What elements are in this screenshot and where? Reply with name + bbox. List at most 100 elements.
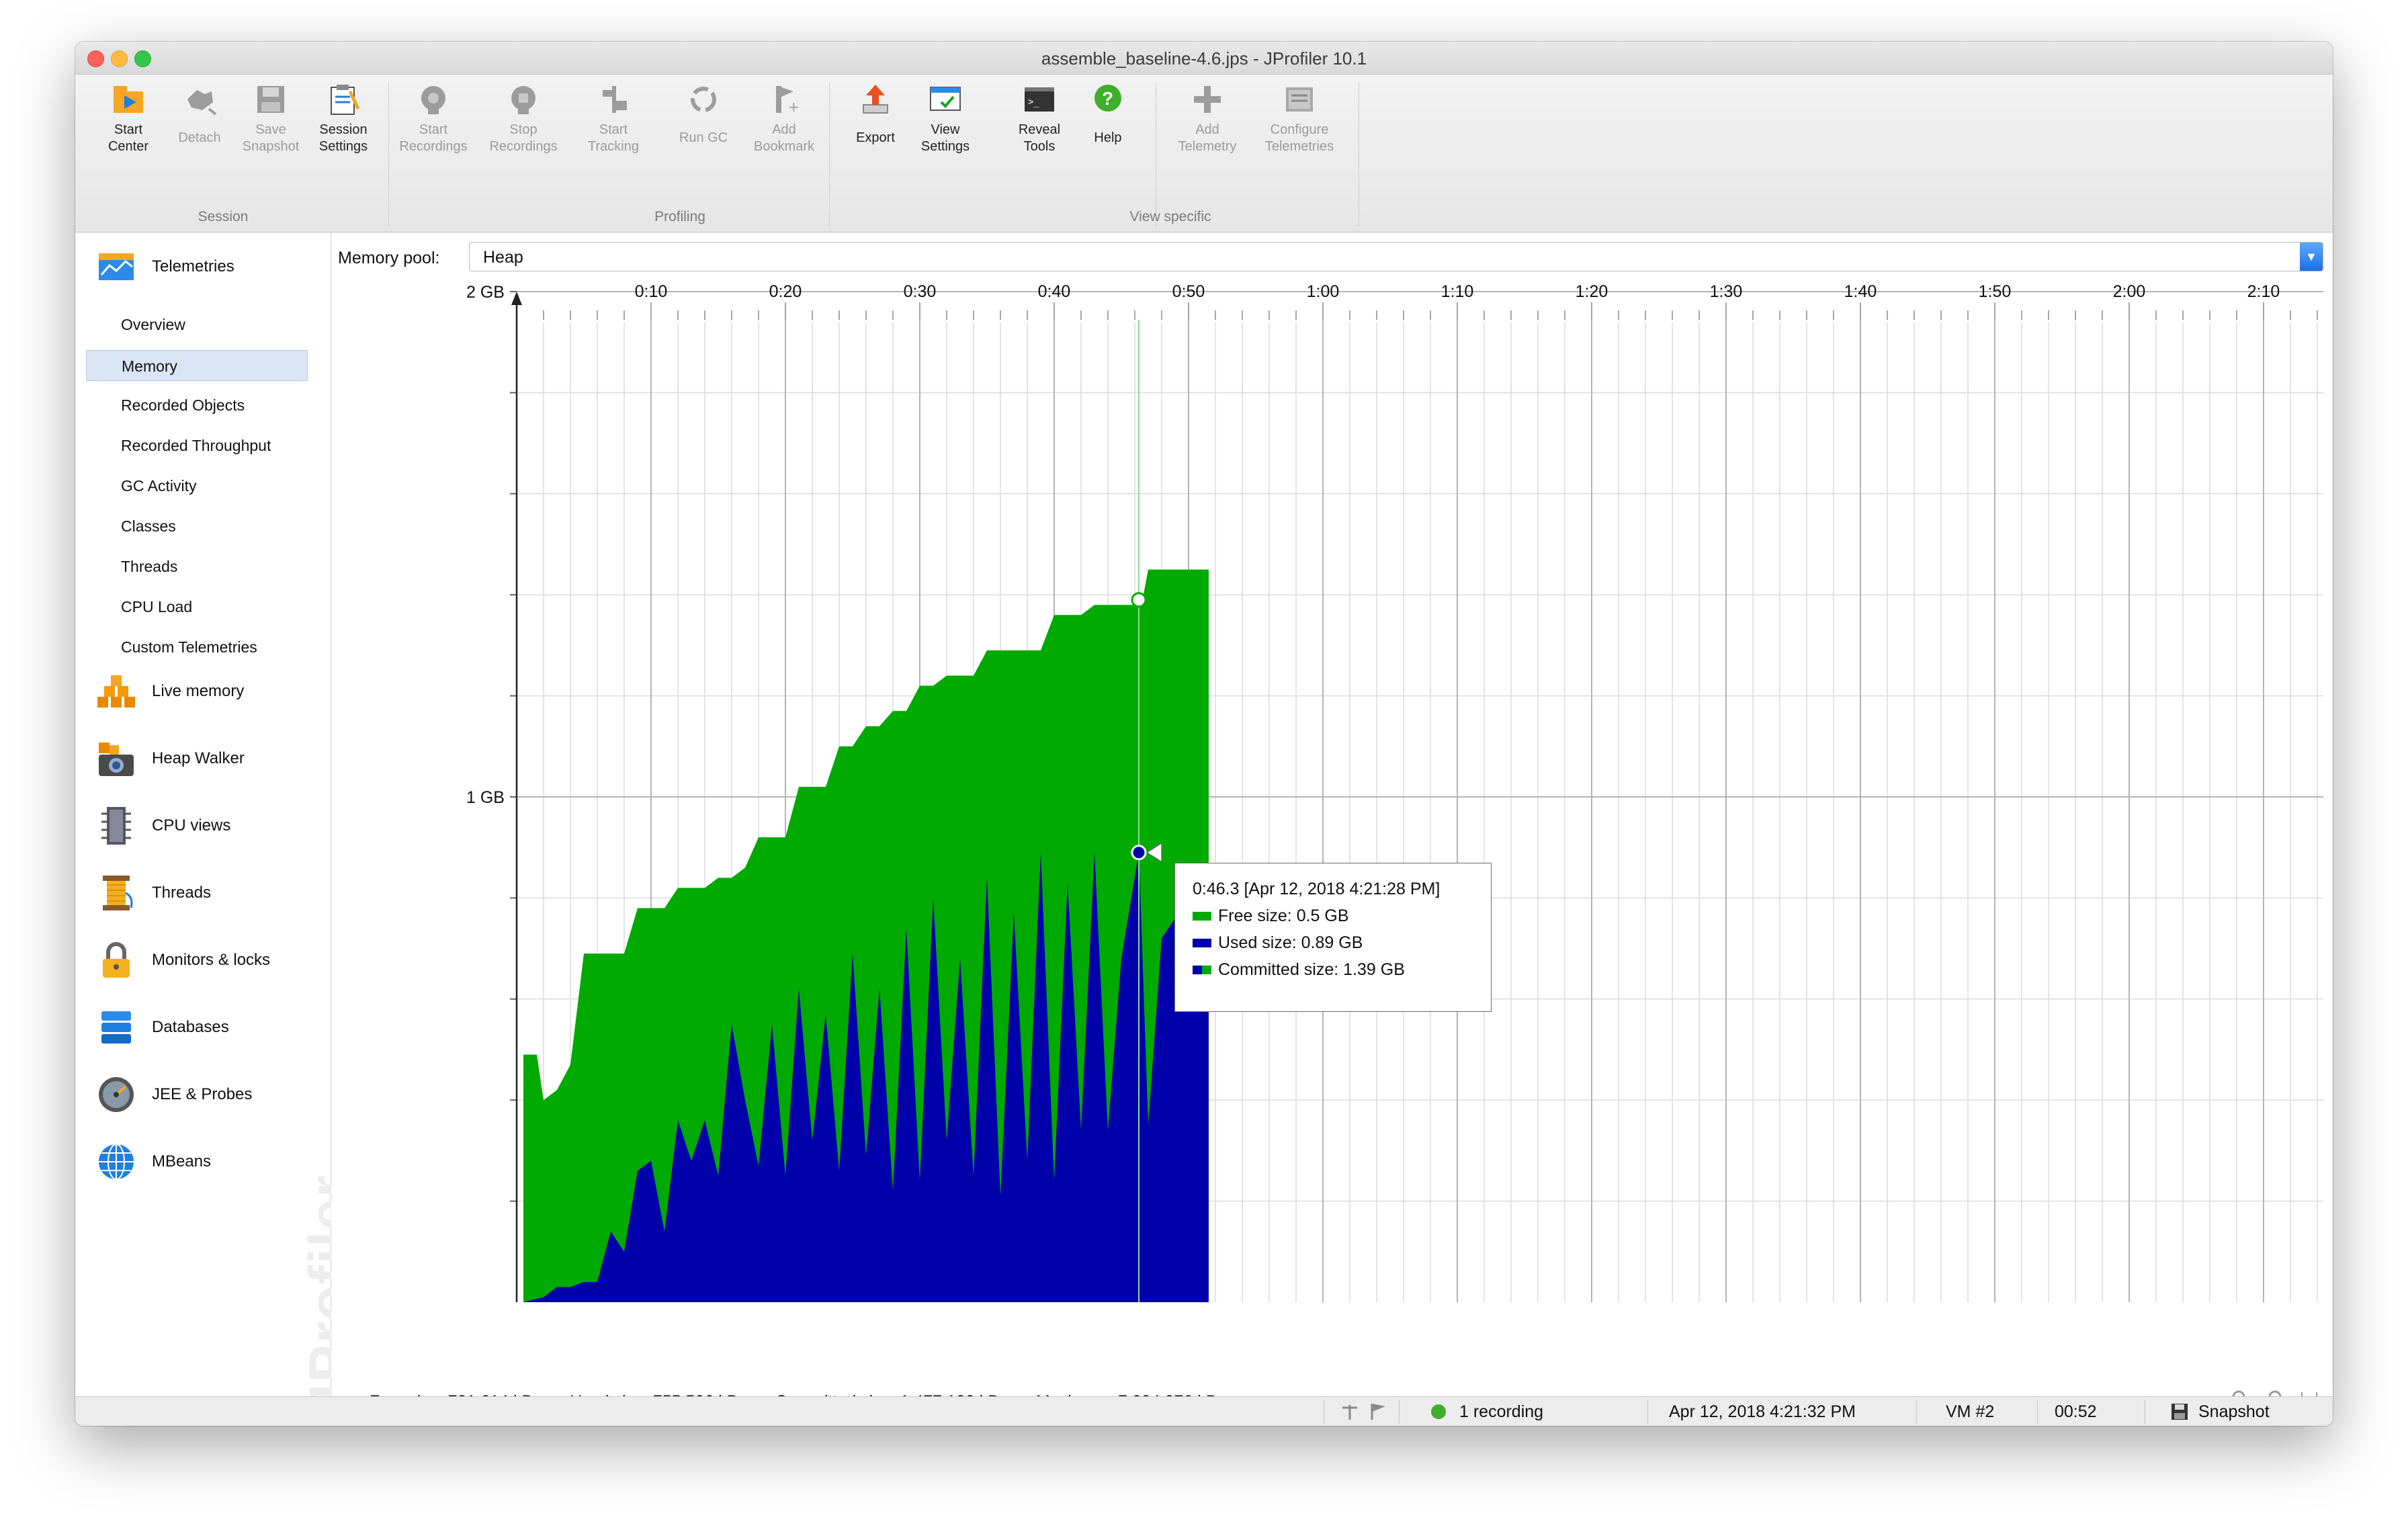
live-memory-icon bbox=[95, 671, 137, 712]
stop-recordings-button[interactable]: Stop Recordings bbox=[486, 80, 560, 155]
start-tracking-button[interactable]: Start Tracking bbox=[576, 80, 650, 155]
x-tick-label: 2:00 bbox=[2113, 282, 2146, 301]
sidebar-item-gc-activity[interactable]: GC Activity bbox=[121, 477, 196, 495]
save-snapshot-button[interactable]: Save Snapshot bbox=[234, 80, 308, 155]
start-recordings-icon bbox=[414, 80, 453, 119]
view-settings-button[interactable]: View Settings bbox=[908, 80, 982, 155]
toolbar-separator bbox=[388, 83, 389, 226]
sidebar-item-cpu-load[interactable]: CPU Load bbox=[121, 598, 192, 616]
save-snapshot-icon bbox=[251, 80, 290, 119]
section-cpu-views[interactable]: CPU views bbox=[95, 805, 230, 847]
section-mbeans[interactable]: MBeans bbox=[95, 1141, 211, 1183]
group-label-profiling: Profiling bbox=[654, 209, 705, 224]
section-jee-probes[interactable]: JEE & Probes bbox=[95, 1074, 252, 1115]
y-tick-label: 1 GB bbox=[466, 788, 505, 807]
x-tick-label: 0:30 bbox=[904, 282, 937, 301]
terminal-icon: >_ bbox=[1020, 80, 1059, 119]
bookmark-icon: + bbox=[765, 80, 804, 119]
y-axis-arrow bbox=[511, 292, 522, 305]
plus-icon bbox=[1188, 80, 1227, 119]
x-tick-label: 1:30 bbox=[1710, 282, 1743, 301]
status-datetime: Apr 12, 2018 4:21:32 PM bbox=[1669, 1402, 1856, 1421]
export-button[interactable]: Export bbox=[838, 80, 912, 146]
memory-pool-value: Heap bbox=[483, 248, 523, 267]
sidebar-item-classes[interactable]: Classes bbox=[121, 517, 176, 536]
export-icon bbox=[856, 80, 895, 119]
start-center-button[interactable]: Start Center bbox=[91, 80, 165, 155]
status-bar: 1 recording Apr 12, 2018 4:21:32 PM VM #… bbox=[75, 1396, 2333, 1426]
x-tick-label: 0:10 bbox=[635, 282, 668, 301]
session-settings-button[interactable]: Session Settings bbox=[306, 80, 380, 155]
group-label-view-specific: View specific bbox=[1129, 209, 1211, 224]
status-vm: VM #2 bbox=[1946, 1402, 1995, 1421]
session-settings-icon bbox=[324, 80, 363, 119]
database-icon bbox=[95, 1007, 137, 1048]
sidebar-item-memory[interactable]: Memory bbox=[86, 350, 308, 381]
run-gc-button[interactable]: Run GC bbox=[666, 80, 740, 146]
memory-telemetry-view: Memory pool: Heap ▼ 0:10 0:20 0:30 0:40 0:50… bbox=[331, 232, 2333, 1426]
configure-icon bbox=[1280, 80, 1319, 119]
x-tick-label: 0:50 bbox=[1172, 282, 1205, 301]
tooltip-committed: Committed size: 1.39 GB bbox=[1193, 956, 1491, 983]
status-separator bbox=[1916, 1400, 1917, 1424]
sidebar-item-custom-telemetries[interactable]: Custom Telemetries bbox=[121, 638, 257, 656]
section-heap-walker[interactable]: Heap Walker bbox=[95, 738, 245, 779]
jprofiler-window: assemble_baseline-4.6.jps - JProfiler 10… bbox=[75, 42, 2333, 1426]
status-separator bbox=[1647, 1400, 1648, 1424]
detach-icon bbox=[180, 80, 219, 119]
status-separator bbox=[2037, 1400, 2038, 1424]
flag-icon[interactable] bbox=[1368, 1401, 1388, 1421]
committed-marker bbox=[1131, 592, 1147, 608]
lock-icon bbox=[95, 939, 137, 981]
start-recordings-button[interactable]: Start Recordings bbox=[396, 80, 470, 155]
x-tick-label: 1:40 bbox=[1844, 282, 1877, 301]
add-bookmark-button[interactable]: + Add Bookmark bbox=[747, 80, 821, 155]
camera-icon bbox=[95, 738, 137, 779]
sidebar-item-threads-telemetry[interactable]: Threads bbox=[121, 558, 177, 576]
sidebar-item-recorded-throughput[interactable]: Recorded Throughput bbox=[121, 437, 271, 455]
group-label-session: Session bbox=[198, 209, 249, 224]
detach-button[interactable]: Detach bbox=[163, 80, 236, 146]
help-icon: ? bbox=[1088, 80, 1127, 119]
globe-icon bbox=[95, 1141, 137, 1183]
view-settings-icon bbox=[926, 80, 965, 119]
y-tick-labels: 2 GB 1 GB bbox=[466, 283, 505, 807]
chevron-down-icon[interactable]: ▼ bbox=[2300, 243, 2323, 271]
window-title: assemble_baseline-4.6.jps - JProfiler 10… bbox=[1041, 48, 1367, 69]
help-button[interactable]: ? Help bbox=[1071, 80, 1145, 146]
x-tick-label: 2:10 bbox=[2247, 282, 2280, 301]
recording-count[interactable]: 1 recording bbox=[1459, 1402, 1543, 1422]
svg-text:>_: >_ bbox=[1028, 97, 1039, 108]
title-bar: assemble_baseline-4.6.jps - JProfiler 10… bbox=[75, 42, 2333, 75]
y-tick-label: 2 GB bbox=[466, 283, 505, 302]
section-live-memory[interactable]: Live memory bbox=[95, 671, 244, 712]
recycle-icon bbox=[684, 80, 723, 119]
tooltip-swatch-committed bbox=[1193, 965, 1211, 974]
tooltip-swatch-free bbox=[1193, 911, 1211, 921]
section-threads[interactable]: Threads bbox=[95, 872, 211, 914]
configure-telemetries-button[interactable]: Configure Telemetries bbox=[1252, 80, 1346, 155]
reveal-tools-button[interactable]: >_ Reveal Tools bbox=[1002, 80, 1076, 155]
gauge-icon bbox=[95, 1074, 137, 1115]
x-tick-label: 1:50 bbox=[1979, 282, 2012, 301]
memory-chart[interactable]: 0:10 0:20 0:30 0:40 0:50 1:00 1:10 1:20 1:30 1:40… bbox=[331, 273, 2333, 1381]
start-tracking-icon bbox=[594, 80, 633, 119]
x-tick-label: 1:00 bbox=[1307, 282, 1340, 301]
section-monitors-locks[interactable]: Monitors & locks bbox=[95, 939, 270, 981]
pin-icon[interactable] bbox=[1340, 1401, 1360, 1421]
sidebar-item-recorded-objects[interactable]: Recorded Objects bbox=[121, 396, 245, 415]
sidebar-item-overview[interactable]: Overview bbox=[121, 316, 185, 334]
snapshot-button[interactable]: Snapshot bbox=[2198, 1402, 2270, 1422]
add-telemetry-button[interactable]: Add Telemetry bbox=[1170, 80, 1244, 155]
tooltip-free: Free size: 0.5 GB bbox=[1193, 902, 1491, 929]
svg-text:?: ? bbox=[1102, 88, 1113, 109]
svg-text:+: + bbox=[788, 99, 800, 115]
section-telemetries[interactable]: Telemetries bbox=[95, 246, 234, 288]
section-databases[interactable]: Databases bbox=[95, 1007, 229, 1048]
status-separator bbox=[1399, 1400, 1400, 1424]
x-tick-label: 0:20 bbox=[769, 282, 802, 301]
tooltip-header: 0:46.3 [Apr 12, 2018 4:21:28 PM] bbox=[1193, 879, 1440, 898]
x-tick-label: 0:40 bbox=[1038, 282, 1071, 301]
start-center-icon bbox=[109, 80, 148, 119]
memory-pool-select[interactable]: Heap ▼ bbox=[469, 242, 2323, 271]
